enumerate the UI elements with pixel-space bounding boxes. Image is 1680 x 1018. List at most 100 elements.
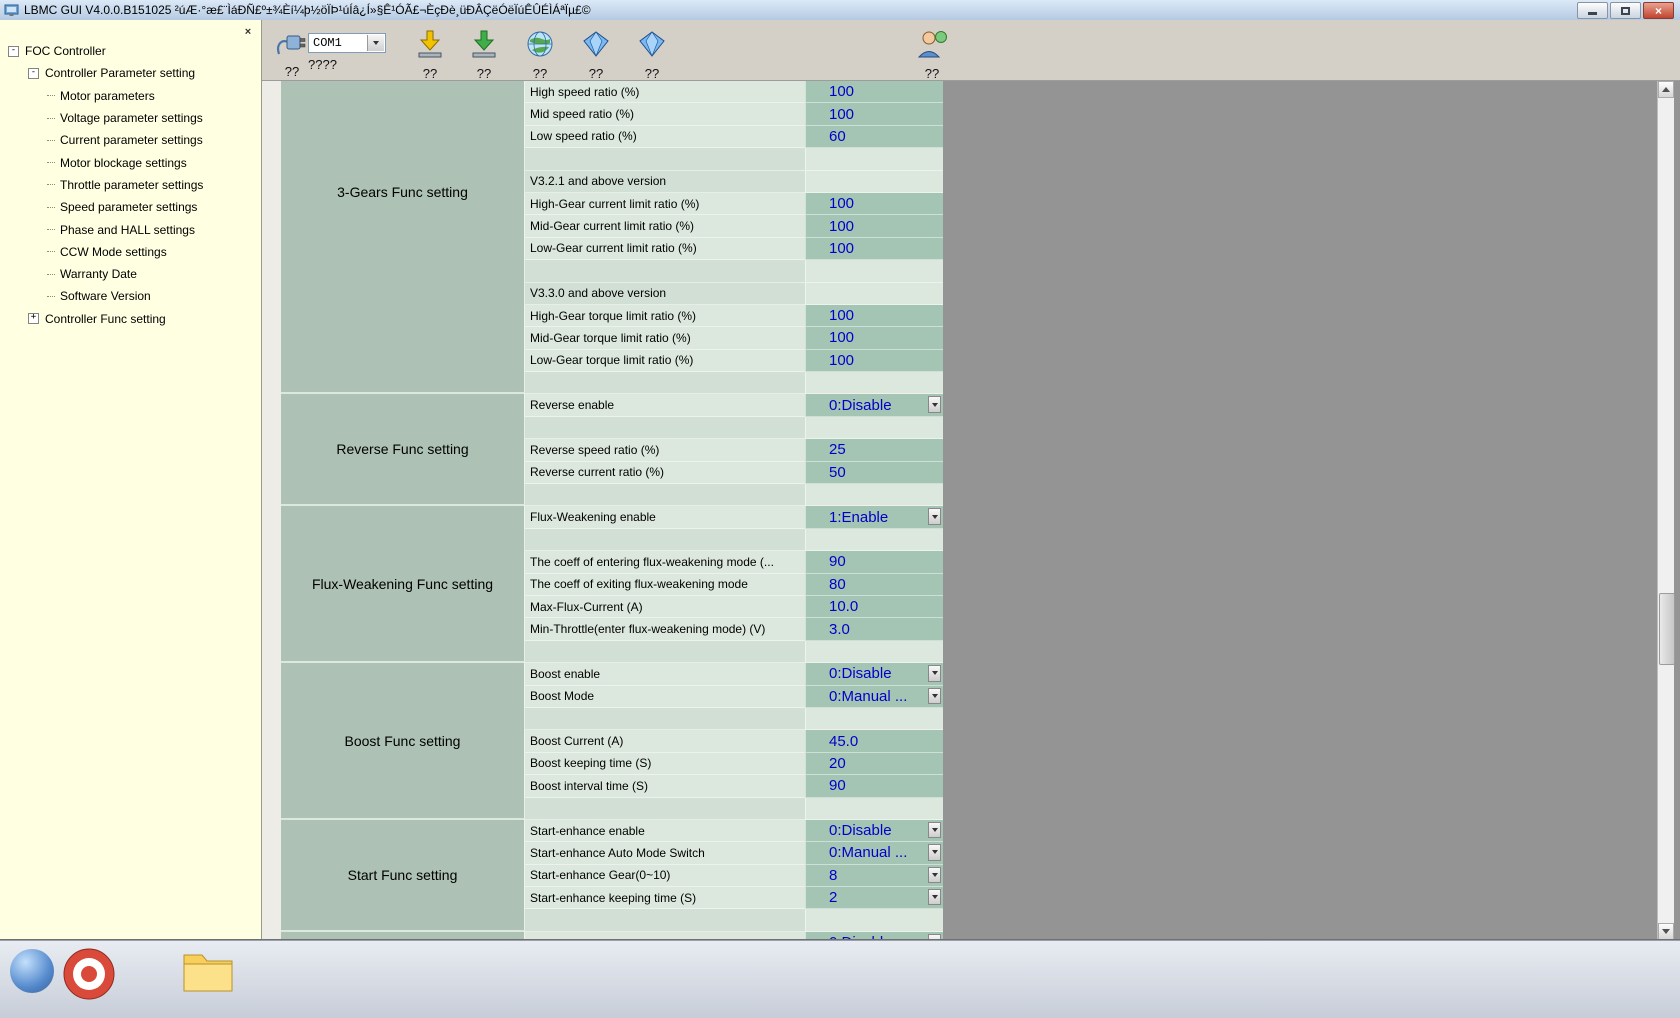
dropdown-arrow-icon[interactable] [928, 844, 941, 860]
tree-item-label: Controller Func setting [45, 312, 166, 326]
tree-item-foc-controller[interactable]: - FOC Controller [0, 40, 261, 62]
tree-item-ccw-mode-settings[interactable]: CCW Mode settings [0, 241, 261, 263]
dropdown-arrow-icon[interactable] [928, 396, 941, 412]
close-button[interactable] [1643, 2, 1674, 19]
param-value[interactable]: 50 [805, 462, 943, 484]
spacer-cell [805, 417, 943, 439]
scrollbar-thumb[interactable] [1659, 593, 1675, 665]
tree-item-voltage-parameter-settings[interactable]: Voltage parameter settings [0, 107, 261, 129]
dropdown-arrow-icon[interactable] [928, 508, 941, 524]
network-button[interactable]: ?? [518, 29, 562, 81]
tree-item-label: Throttle parameter settings [60, 178, 203, 192]
param-value[interactable]: 100 [805, 81, 943, 103]
tree-item-throttle-parameter-settings[interactable]: Throttle parameter settings [0, 174, 261, 196]
param-value[interactable]: 100 [805, 327, 943, 349]
app-window: LBMC GUI V4.0.0.B151025 ²úÆ·°æ£¨ÌáÐÑ£º±¾… [0, 0, 1680, 1018]
param-value[interactable]: 100 [805, 305, 943, 327]
toolbar-item-label: ?? [477, 66, 491, 81]
scroll-up-button[interactable] [1658, 81, 1674, 98]
dropdown-arrow-icon[interactable] [928, 822, 941, 838]
up-arrow-icon [1662, 87, 1670, 92]
spacer-cell [805, 372, 943, 394]
section-group-label: Flux-Weakening Func setting [281, 506, 524, 663]
param-dropdown[interactable]: 0:Disable [805, 394, 943, 416]
param-label: Boost Mode [524, 686, 805, 708]
tree-item-software-version[interactable]: Software Version [0, 285, 261, 307]
app-icon [4, 3, 19, 18]
dropdown-arrow-icon[interactable] [928, 688, 941, 704]
param-dropdown[interactable]: 0:Disable [805, 663, 943, 685]
user-button[interactable]: ?? [910, 29, 954, 81]
scroll-down-button[interactable] [1658, 923, 1674, 940]
version-header: V3.2.1 and above version [524, 171, 805, 193]
sidebar-close-button[interactable]: × [241, 26, 255, 40]
dropdown-value: 1:Enable [829, 509, 888, 526]
tree-collapse-icon[interactable]: - [8, 46, 19, 57]
spacer-cell [805, 529, 943, 551]
version-header-fill [805, 171, 943, 193]
tree-expand-icon[interactable]: + [28, 313, 39, 324]
tree-item-current-parameter-settings[interactable]: Current parameter settings [0, 129, 261, 151]
spacer-cell [524, 484, 805, 506]
param-dropdown[interactable]: 8 [805, 865, 943, 887]
param-value[interactable]: 80 [805, 574, 943, 596]
tree-item-controller-parameter-setting[interactable]: - Controller Parameter setting [0, 62, 261, 84]
param-label: Start-enhance keeping time (S) [524, 887, 805, 909]
dropdown-arrow-icon[interactable] [367, 35, 384, 51]
param-value[interactable]: 100 [805, 215, 943, 237]
param-label: The coeff of exiting flux-weakening mode [524, 574, 805, 596]
dropdown-value: 8 [829, 867, 837, 884]
param-label: Reverse current ratio (%) [524, 462, 805, 484]
toolbar-item-label: ?? [533, 66, 547, 81]
gem-a-button[interactable]: ?? [574, 29, 618, 81]
minimize-button[interactable] [1577, 2, 1608, 19]
spacer-cell [524, 708, 805, 730]
write-params-button[interactable]: ?? [462, 29, 506, 81]
dropdown-arrow-icon[interactable] [928, 867, 941, 883]
param-value[interactable]: 100 [805, 350, 943, 372]
tree-item-motor-parameters[interactable]: Motor parameters [0, 85, 261, 107]
param-value[interactable]: 90 [805, 775, 943, 797]
window-titlebar[interactable]: LBMC GUI V4.0.0.B151025 ²úÆ·°æ£¨ÌáÐÑ£º±¾… [0, 0, 1680, 21]
param-dropdown[interactable]: 0:Manual ... [805, 842, 943, 864]
maximize-button[interactable] [1610, 2, 1641, 19]
start-orb-icon[interactable] [10, 949, 54, 993]
param-value[interactable]: 45.0 [805, 730, 943, 752]
param-dropdown[interactable]: 2 [805, 887, 943, 909]
read-params-button[interactable]: ?? [408, 29, 452, 81]
tree-item-label: Software Version [60, 289, 151, 303]
param-dropdown[interactable]: 0:Manual ... [805, 686, 943, 708]
tree-collapse-icon[interactable]: - [28, 68, 39, 79]
tree-item-controller-func-setting[interactable]: + Controller Func setting [0, 308, 261, 330]
spacer-cell [805, 641, 943, 663]
com-port-value: COM1 [313, 36, 342, 50]
dropdown-arrow-icon[interactable] [928, 665, 941, 681]
param-label: Mid speed ratio (%) [524, 103, 805, 125]
vertical-scrollbar[interactable] [1657, 81, 1674, 940]
param-value[interactable]: 90 [805, 551, 943, 573]
blue-diamond-icon [581, 29, 611, 64]
param-value[interactable]: 10.0 [805, 596, 943, 618]
red-app-icon[interactable] [62, 947, 116, 1001]
param-value[interactable]: 100 [805, 238, 943, 260]
param-dropdown[interactable]: 0:Disable [805, 820, 943, 842]
gem-b-button[interactable]: ?? [630, 29, 674, 81]
folder-icon[interactable] [182, 949, 234, 993]
tree-item-motor-blockage-settings[interactable]: Motor blockage settings [0, 151, 261, 173]
tree-item-phase-and-hall-settings[interactable]: Phase and HALL settings [0, 218, 261, 240]
tree-item-speed-parameter-settings[interactable]: Speed parameter settings [0, 196, 261, 218]
param-value[interactable]: 20 [805, 753, 943, 775]
param-value[interactable]: 3.0 [805, 618, 943, 640]
parameter-table: 3-Gears Func setting High speed ratio (%… [281, 81, 943, 940]
param-value[interactable]: 25 [805, 439, 943, 461]
spacer-cell [524, 372, 805, 394]
com-port-select[interactable]: COM1 [308, 33, 386, 53]
param-dropdown[interactable]: 1:Enable [805, 506, 943, 528]
param-value[interactable]: 100 [805, 193, 943, 215]
param-value[interactable]: 60 [805, 126, 943, 148]
param-value[interactable]: 100 [805, 103, 943, 125]
table-section-3-gears: 3-Gears Func setting High speed ratio (%… [281, 81, 943, 394]
toolbar-item-label: ?? [285, 64, 299, 79]
dropdown-arrow-icon[interactable] [928, 889, 941, 905]
tree-item-warranty-date[interactable]: Warranty Date [0, 263, 261, 285]
